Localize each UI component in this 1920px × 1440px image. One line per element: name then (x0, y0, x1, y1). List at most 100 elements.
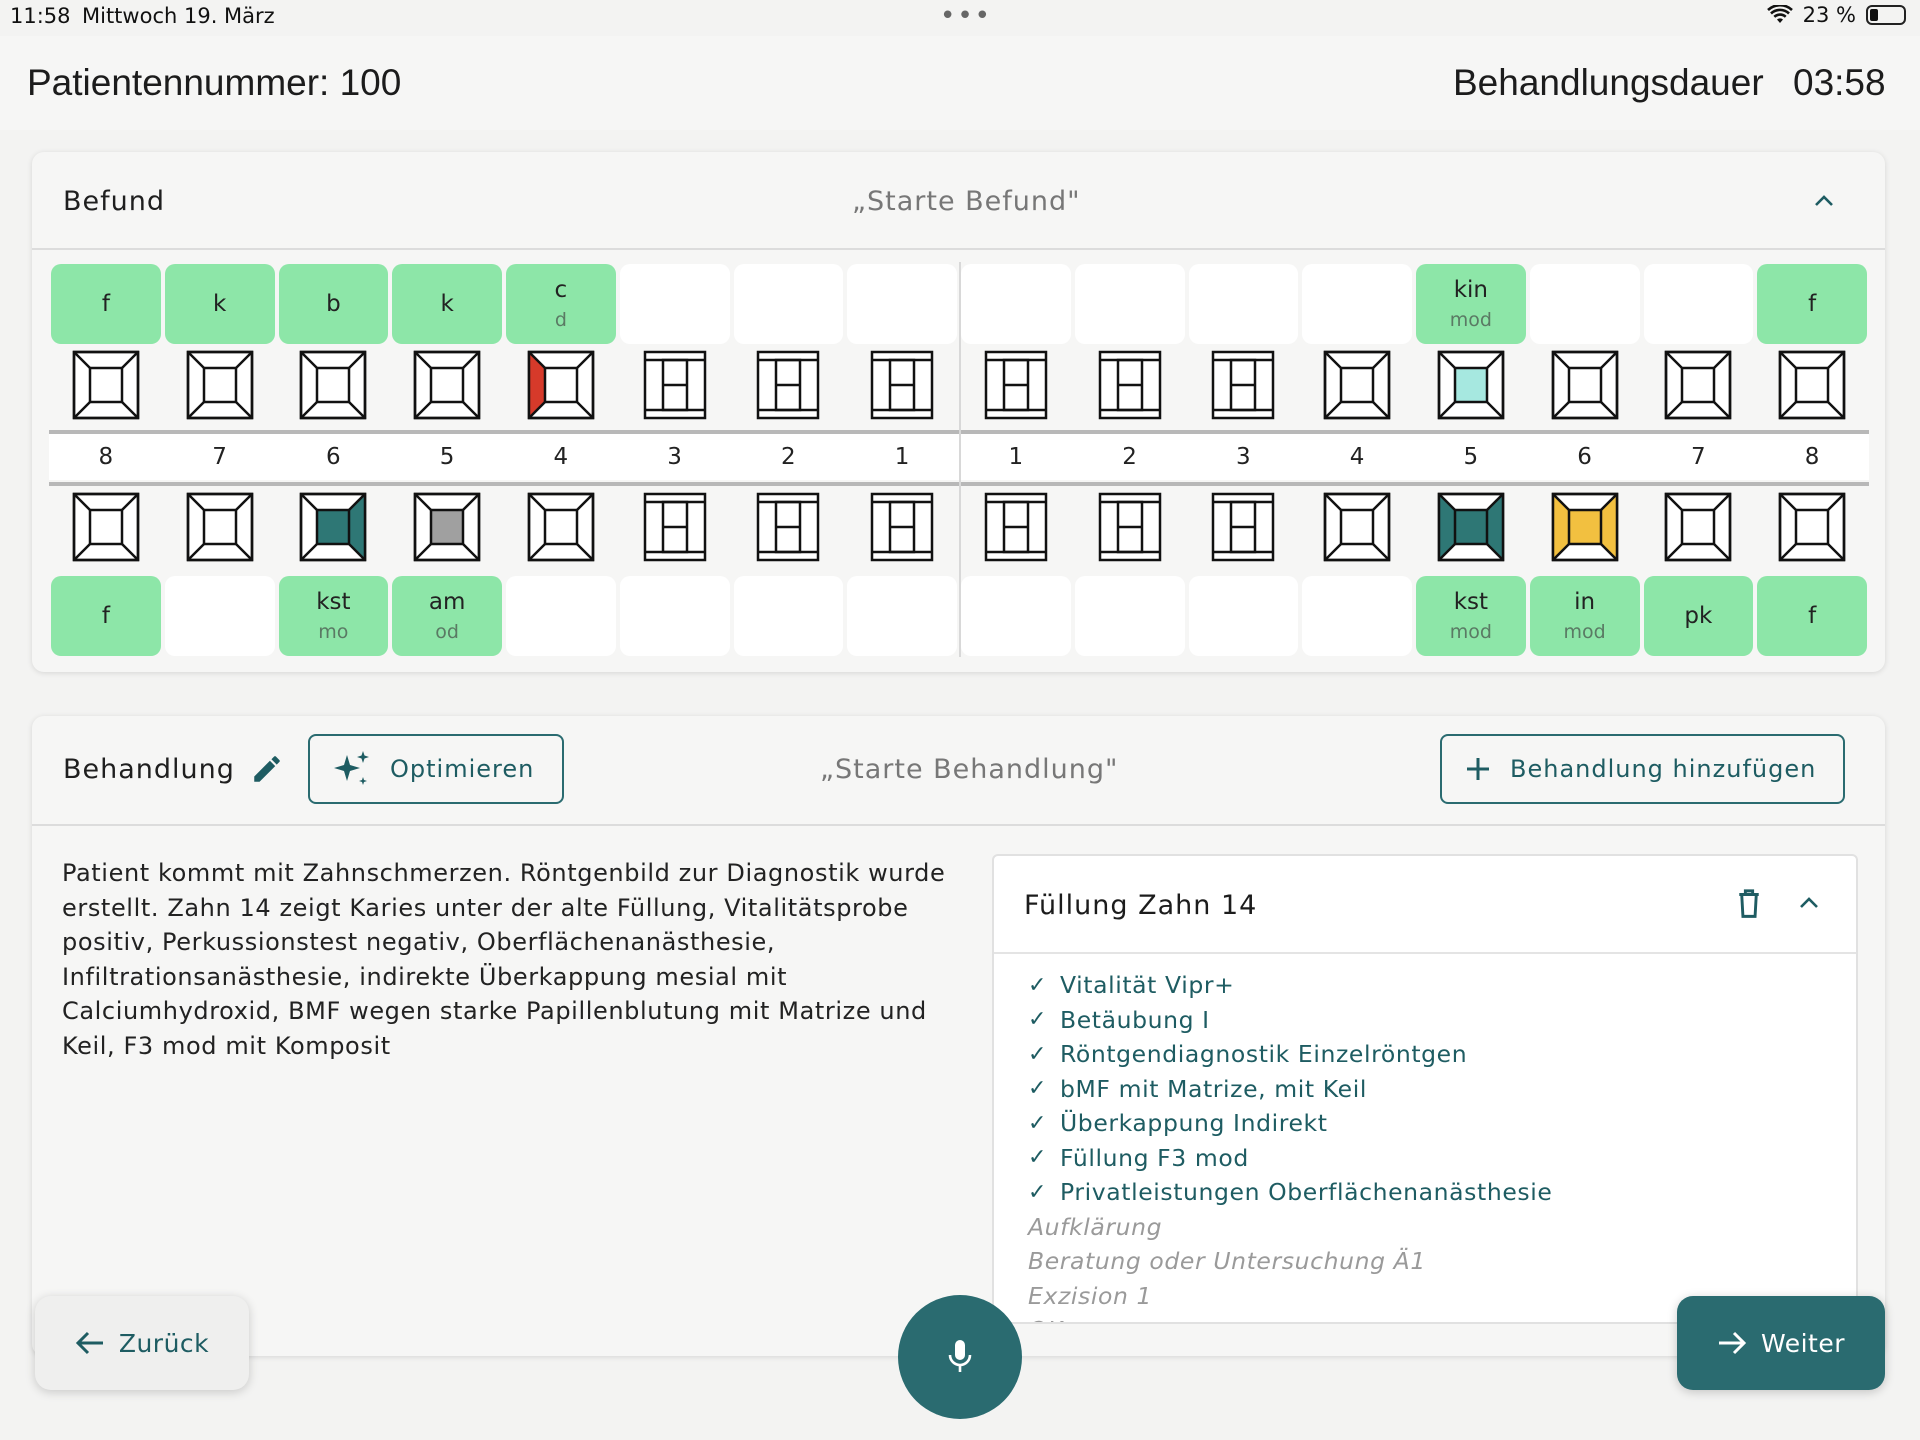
lower-finding-chip[interactable] (847, 576, 957, 656)
lower-tooth[interactable] (390, 486, 504, 568)
lower-finding-chip[interactable]: kst mod (1416, 576, 1526, 656)
treatment-item[interactable]: ✓ Vitalität Vipr+ (1028, 968, 1552, 1003)
treatment-item[interactable]: Exzision 1 (1028, 1279, 1552, 1314)
multitask-dots-icon[interactable]: ••• (940, 3, 992, 29)
upper-tooth[interactable] (845, 344, 959, 426)
treatment-item[interactable]: Beratung oder Untersuchung Ä1 (1028, 1244, 1552, 1279)
lower-tooth[interactable] (277, 486, 391, 568)
lower-finding-chip[interactable]: am od (392, 576, 502, 656)
checkmark-icon: ✓ (1028, 972, 1048, 998)
tooth-number: 1 (1008, 444, 1024, 470)
upper-tooth[interactable] (277, 344, 391, 426)
upper-tooth[interactable] (959, 344, 1073, 426)
lower-tooth[interactable] (732, 486, 846, 568)
treatment-item[interactable]: ✓ Röntgendiagnostik Einzelröntgen (1028, 1037, 1552, 1072)
lower-tooth[interactable] (1528, 486, 1642, 568)
lower-tooth[interactable] (1300, 486, 1414, 568)
treatment-item[interactable]: ✓ Betäubung I (1028, 1003, 1552, 1038)
treatment-item[interactable]: ✓ bMF mit Matrize, mit Keil (1028, 1072, 1552, 1107)
microphone-button[interactable] (898, 1295, 1022, 1419)
status-right: 23 % (1766, 3, 1906, 27)
treatment-item[interactable]: ✓ Überkappung Indirekt (1028, 1106, 1552, 1141)
lower-tooth[interactable] (1755, 486, 1869, 568)
lower-finding-chip[interactable] (733, 576, 844, 656)
lower-tooth[interactable] (163, 486, 277, 568)
lower-finding-chip[interactable]: f (1757, 576, 1867, 656)
back-button[interactable]: Zurück (35, 1296, 249, 1390)
upper-finding-chip[interactable] (961, 264, 1071, 344)
next-button[interactable]: Weiter (1677, 1296, 1885, 1390)
finding-code: f (1808, 291, 1817, 317)
upper-tooth[interactable] (1755, 344, 1869, 426)
upper-finding-chip[interactable] (1188, 264, 1299, 344)
tooth-number: 5 (1463, 444, 1479, 470)
trash-icon[interactable] (1734, 886, 1764, 920)
upper-finding-chip[interactable] (733, 264, 844, 344)
tooth-diagram-icon (1323, 350, 1391, 420)
lower-tooth[interactable] (1642, 486, 1756, 568)
upper-finding-chip[interactable] (1529, 264, 1640, 344)
upper-finding-chip[interactable]: f (51, 264, 161, 344)
lower-tooth[interactable] (49, 486, 163, 568)
edit-pencil-icon[interactable] (250, 752, 284, 786)
treatment-item-label: Röntgendiagnostik Einzelröntgen (1060, 1040, 1468, 1069)
upper-finding-chip[interactable]: cd (506, 264, 616, 344)
tooth-number: 4 (1349, 444, 1365, 470)
upper-finding-chip[interactable]: k (164, 264, 275, 344)
upper-finding-chip[interactable] (1643, 264, 1754, 344)
upper-tooth[interactable] (504, 344, 618, 426)
lower-finding-chip[interactable] (1302, 576, 1412, 656)
lower-tooth[interactable] (845, 486, 959, 568)
lower-finding-chip[interactable] (619, 576, 730, 656)
lower-tooth[interactable] (1187, 486, 1301, 568)
lower-tooth[interactable] (504, 486, 618, 568)
tooth-number: 3 (1236, 444, 1251, 470)
chevron-up-icon[interactable] (1813, 190, 1835, 212)
upper-finding-chip[interactable]: b (278, 264, 389, 344)
lower-tooth[interactable] (1073, 486, 1187, 568)
chevron-up-icon[interactable] (1797, 892, 1821, 914)
upper-tooth[interactable] (1642, 344, 1756, 426)
treatment-item[interactable]: ✓ Füllung F3 mod (1028, 1141, 1552, 1176)
upper-finding-chip[interactable] (1302, 264, 1412, 344)
treatment-item[interactable]: Aufklärung (1028, 1210, 1552, 1245)
lower-finding-chip[interactable] (961, 576, 1071, 656)
add-treatment-button[interactable]: Behandlung hinzufügen (1440, 734, 1845, 804)
lower-finding-chip[interactable] (1188, 576, 1299, 656)
lower-tooth[interactable] (1414, 486, 1528, 568)
treatment-notes[interactable]: Patient kommt mit Zahnschmerzen. Röntgen… (62, 856, 962, 1063)
optimize-button[interactable]: Optimieren (308, 734, 564, 804)
upper-tooth[interactable] (1300, 344, 1414, 426)
lower-finding-chip[interactable]: pk (1643, 576, 1754, 656)
upper-tooth[interactable] (1414, 344, 1528, 426)
lower-finding-chip[interactable]: kst mo (278, 576, 389, 656)
tooth-diagram-icon (72, 350, 140, 420)
upper-tooth[interactable] (618, 344, 732, 426)
tooth-diagram-icon (1551, 350, 1618, 420)
lower-finding-chip[interactable]: in mod (1529, 576, 1640, 656)
treatment-item[interactable]: ✓ Privatleistungen Oberflächenanästhesie (1028, 1175, 1552, 1210)
lower-finding-chip[interactable]: f (51, 576, 161, 656)
lower-tooth[interactable] (959, 486, 1073, 568)
treatment-item-label: Exzision 1 (1028, 1281, 1153, 1310)
lower-finding-chip[interactable] (506, 576, 616, 656)
upper-finding-chip[interactable]: k (392, 264, 502, 344)
upper-tooth[interactable] (1073, 344, 1187, 426)
upper-tooth[interactable] (163, 344, 277, 426)
upper-finding-chip[interactable] (619, 264, 730, 344)
treatment-item-label: OK (1028, 1316, 1063, 1322)
treatment-item[interactable]: OK (1028, 1313, 1552, 1322)
lower-tooth[interactable] (618, 486, 732, 568)
upper-finding-chip[interactable]: f (1757, 264, 1867, 344)
upper-tooth[interactable] (390, 344, 504, 426)
upper-finding-chip[interactable] (1074, 264, 1185, 344)
upper-tooth[interactable] (49, 344, 163, 426)
lower-finding-chip[interactable] (1074, 576, 1185, 656)
upper-tooth[interactable] (732, 344, 846, 426)
status-bar: 11:58 Mittwoch 19. März ••• 23 % (0, 0, 1920, 36)
upper-finding-chip[interactable] (847, 264, 957, 344)
upper-tooth[interactable] (1528, 344, 1642, 426)
upper-finding-chip[interactable]: kin mod (1416, 264, 1526, 344)
upper-tooth[interactable] (1187, 344, 1301, 426)
lower-finding-chip[interactable] (164, 576, 275, 656)
